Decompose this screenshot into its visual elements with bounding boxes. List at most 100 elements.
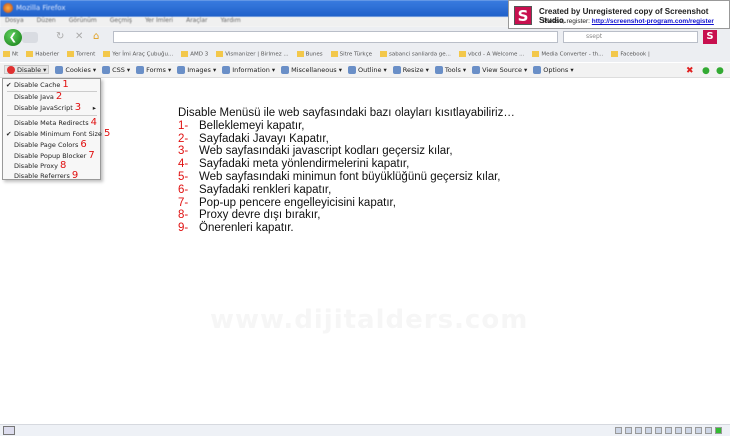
menu-item-label: Disable Referrers — [14, 172, 70, 180]
status-icon[interactable] — [695, 427, 702, 434]
list-item: 7- Pop-up pencere engelleyicisini kapatır… — [178, 197, 515, 210]
menu-item-label: Disable Page Colors — [14, 141, 79, 149]
menu-item-disable-referrers[interactable]: Disable Referrers 9 — [3, 171, 100, 181]
check-icon[interactable]: ● — [702, 66, 710, 76]
toolbar-forms[interactable]: Forms ▾ — [136, 66, 171, 74]
list-item: 5- Web sayfasındaki minimun font büyüklüğ… — [178, 171, 515, 184]
checkmark-icon: ✔ — [6, 130, 12, 138]
search-input[interactable]: ssept — [563, 31, 698, 43]
bookmark-item[interactable]: Vismanizer | Birlmez ... — [216, 51, 288, 58]
bookmark-item[interactable]: AMD 3 — [181, 51, 208, 58]
forms-icon — [136, 66, 145, 74]
bookmark-item[interactable]: vbcd - A Welcome ... — [459, 51, 524, 58]
screenshot-studio-icon[interactable]: S — [703, 30, 717, 44]
close-icon[interactable]: ✖ — [686, 66, 694, 76]
screenshot-studio-banner: S Created by Unregistered copy of Screen… — [508, 0, 730, 29]
menu-item-disable-page-colors[interactable]: Disable Page Colors 6 — [3, 140, 100, 150]
toolbar-information[interactable]: Information ▾ — [222, 66, 275, 74]
toolbar-options[interactable]: Options ▾ — [533, 66, 574, 74]
item-text: Önerenleri kapatır. — [199, 222, 294, 235]
status-icon[interactable] — [675, 427, 682, 434]
item-number: 4- — [178, 158, 189, 171]
status-icon[interactable] — [665, 427, 672, 434]
annotation-number: 9 — [71, 170, 79, 181]
page-content: Disable Menüsü ile web sayfasındaki bazı… — [178, 107, 515, 235]
toolbar-tools[interactable]: Tools ▾ — [434, 66, 466, 74]
menu-separator — [7, 115, 97, 116]
menu-item-disable-java[interactable]: Disable Java 2 — [3, 92, 100, 102]
home-icon[interactable]: ⌂ — [93, 31, 99, 42]
bookmark-item[interactable]: Bunes — [297, 51, 323, 58]
toolbar-label: Forms — [146, 66, 166, 74]
check-icon[interactable]: ● — [716, 66, 724, 76]
annotation-number: 8 — [59, 160, 67, 171]
menu-item[interactable]: Görünüm — [69, 17, 97, 27]
bookmark-item[interactable]: Media Converter - th... — [532, 51, 603, 58]
stop-icon[interactable]: ✕ — [75, 31, 83, 42]
item-number: 8- — [178, 209, 189, 222]
list-item: 4- Sayfadaki meta yönlendirmelerini kapat… — [178, 158, 515, 171]
outline-icon — [347, 66, 356, 74]
toolbar-css[interactable]: CSS ▾ — [102, 66, 130, 74]
toolbar-outline[interactable]: Outline ▾ — [347, 66, 387, 74]
status-icon[interactable] — [685, 427, 692, 434]
bookmark-item[interactable]: Haberler — [26, 51, 59, 58]
item-number: 6- — [178, 183, 189, 196]
forward-button[interactable] — [22, 32, 38, 43]
menu-item-disable-cache[interactable]: ✔ Disable Cache 1 — [3, 80, 100, 90]
banner-prefix: Please, register: — [543, 18, 590, 25]
menu-item[interactable]: Dosya — [5, 17, 24, 27]
status-icon[interactable] — [705, 427, 712, 434]
bookmark-item[interactable]: sabanci sanliarda ge... — [380, 51, 451, 58]
item-text: Sayfadaki renkleri kapatır, — [199, 183, 332, 196]
item-number: 9- — [178, 222, 189, 235]
toolbar-view-source[interactable]: View Source ▾ — [472, 66, 527, 74]
disable-icon — [7, 65, 15, 74]
firefox-logo-icon — [3, 3, 13, 13]
back-button[interactable]: ❮ — [4, 29, 22, 46]
status-icon[interactable] — [655, 427, 662, 434]
bookmark-item[interactable]: Nt — [3, 51, 18, 58]
reload-icon[interactable]: ↻ — [56, 31, 64, 42]
status-icon[interactable] — [715, 427, 722, 434]
register-link[interactable]: http://screenshot-program.com/register — [592, 18, 714, 25]
item-text: Web sayfasındaki javascript kodları geçe… — [199, 145, 453, 158]
bookmark-item[interactable]: Facebook | — [611, 51, 649, 58]
chevron-down-icon: ▾ — [92, 66, 97, 74]
list-item: 3- Web sayfasındaki javascript kodları ge… — [178, 145, 515, 158]
bookmark-item[interactable]: Yer İmi Araç Çubuğu... — [103, 51, 173, 58]
menu-item-disable-meta-redirects[interactable]: Disable Meta Redirects 4 — [3, 118, 100, 128]
toolbar-resize[interactable]: Resize ▾ — [392, 66, 429, 74]
menu-item-label: Disable Cache — [14, 81, 61, 89]
menu-item[interactable]: Düzen — [37, 17, 56, 27]
resize-icon[interactable] — [3, 426, 15, 435]
tools-icon — [434, 66, 443, 74]
status-icon[interactable] — [635, 427, 642, 434]
status-icon[interactable] — [625, 427, 632, 434]
bookmark-item[interactable]: Torrent — [67, 51, 95, 58]
list-item: 8- Proxy devre dışı bırakır, — [178, 209, 515, 222]
menu-item[interactable]: Yardım — [220, 17, 240, 27]
toolbar-cookies[interactable]: Cookies ▾ — [55, 66, 96, 74]
menu-item[interactable]: Araçlar — [186, 17, 207, 27]
menu-item-disable-minimum-font-size[interactable]: ✔ Disable Minimum Font Size 5 — [3, 129, 110, 139]
bookmark-item[interactable]: Sitre Türkçe — [331, 51, 372, 58]
menu-item[interactable]: Geçmiş — [110, 17, 132, 27]
toolbar-images[interactable]: Images ▾ — [177, 66, 216, 74]
status-icon[interactable] — [615, 427, 622, 434]
item-number: 3- — [178, 145, 189, 158]
toolbar-miscellaneous[interactable]: Miscellaneous ▾ — [281, 66, 342, 74]
menu-item-label: Disable Proxy — [14, 162, 58, 170]
status-icon[interactable] — [645, 427, 652, 434]
url-input[interactable] — [113, 31, 558, 43]
status-bar — [0, 424, 730, 436]
menu-item[interactable]: Yer İmleri — [145, 17, 173, 27]
menu-item-disable-javascript[interactable]: Disable JavaScript 3 ▸ — [3, 103, 100, 113]
toolbar-disable[interactable]: Disable ▾ — [4, 65, 50, 74]
css-icon — [102, 66, 111, 74]
menu-item-disable-popup-blocker[interactable]: Disable Popup Blocker 7 — [3, 151, 100, 161]
list-item: 9- Önerenleri kapatır. — [178, 222, 515, 235]
disable-dropdown-menu: ✔ Disable Cache 1 Disable Java 2 Disable Java… — [2, 78, 110, 181]
menu-item-disable-proxy[interactable]: Disable Proxy 8 — [3, 161, 100, 171]
toolbar-label: Disable — [17, 65, 42, 74]
